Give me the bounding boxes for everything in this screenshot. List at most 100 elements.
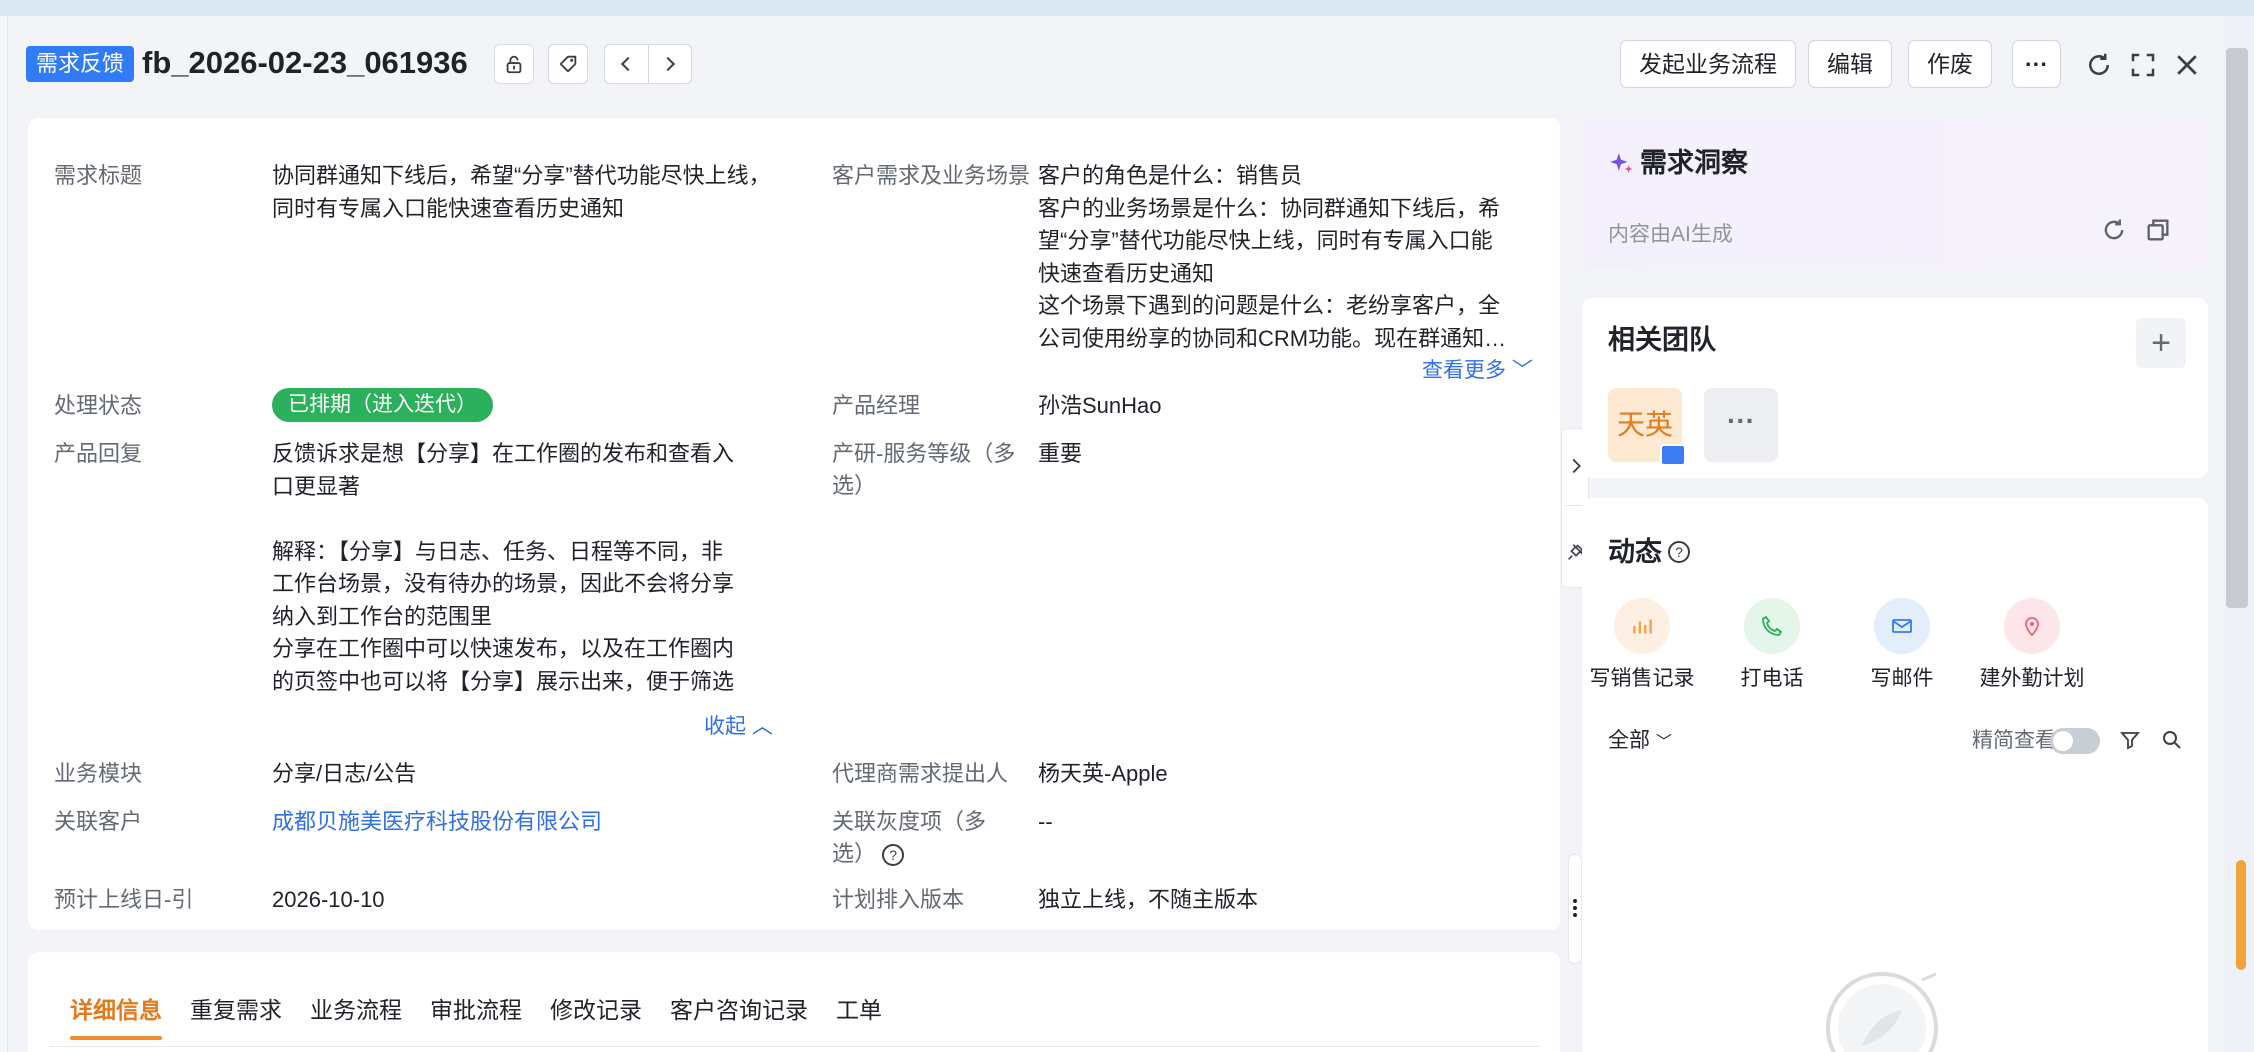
sales-record-icon: [1614, 598, 1670, 654]
agent-label: 代理商需求提出人: [832, 761, 1009, 786]
filter-icon[interactable]: [2118, 728, 2142, 752]
resize-handle[interactable]: [1568, 854, 1582, 964]
close-icon[interactable]: [2172, 50, 2202, 80]
reply-line: 解释：【分享】与日志、任务、日程等不同，非: [272, 538, 724, 564]
reply-line: 纳入到工作台的范围里: [272, 603, 493, 629]
lock-button[interactable]: [494, 44, 534, 84]
reply-line: 工作台场景，没有待办的场景，因此不会将分享: [272, 571, 735, 596]
insight-subtitle: 内容由AI生成: [1608, 223, 1733, 246]
next-record-button[interactable]: [647, 45, 692, 83]
call-action[interactable]: 打电话: [1712, 598, 1832, 694]
field-plan-action[interactable]: 建外勤计划: [1972, 598, 2092, 694]
activity-title-text: 动态: [1608, 537, 1662, 567]
see-more-link[interactable]: 查看更多 ﹀: [1422, 356, 1533, 386]
customer-link[interactable]: 成都贝施美医疗科技股份有限公司: [272, 806, 602, 839]
status-badge: 已排期（进入迭代）: [272, 388, 493, 422]
gray-item-label: 关联灰度项（多 选） ?: [832, 806, 986, 870]
help-icon[interactable]: ?: [1668, 541, 1690, 563]
write-email-action[interactable]: 写邮件: [1842, 598, 1962, 694]
empty-state-illustration: [1826, 972, 1938, 1052]
owner-crown-icon: [1660, 444, 1686, 466]
detail-tabs: 详细信息 重复需求 业务流程 审批流程 修改记录 客户咨询记录 工单: [70, 990, 882, 1040]
previous-record-button[interactable]: [605, 45, 648, 83]
version-value: 独立上线，不随主版本: [1038, 887, 1259, 912]
module-value: 分享/日志/公告: [272, 761, 417, 786]
action-label: 写邮件: [1870, 667, 1934, 690]
drag-dots-icon: [1573, 899, 1577, 903]
service-level-label: 产研-服务等级（多 选）: [832, 438, 1015, 502]
agent-value: 杨天英-Apple: [1038, 761, 1168, 786]
member-avatar[interactable]: 天英: [1608, 388, 1686, 466]
background-page-strip: [0, 16, 8, 1052]
status-label: 处理状态: [54, 393, 143, 418]
chevron-right-icon: [666, 56, 675, 72]
edit-button[interactable]: 编辑: [1808, 40, 1892, 88]
right-scrollbar[interactable]: [2226, 48, 2248, 608]
tab-tickets[interactable]: 工单: [836, 990, 882, 1030]
gray-item-label-line: 选） ?: [832, 838, 986, 870]
reply-line: [272, 503, 792, 536]
action-label: 写销售记录: [1589, 667, 1695, 690]
void-button[interactable]: 作废: [1908, 40, 1992, 88]
filter-all-dropdown[interactable]: 全部 ﹀: [1608, 724, 1672, 754]
add-member-button[interactable]: +: [2136, 318, 2186, 368]
browser-top-bar: [0, 0, 2254, 16]
start-business-flow-button[interactable]: 发起业务流程: [1620, 40, 1796, 88]
tab-change-log[interactable]: 修改记录: [550, 990, 642, 1030]
object-type-badge: 需求反馈: [26, 46, 135, 82]
scenario-line: 客户的角色是什么：销售员: [1038, 163, 1303, 188]
tab-duplicate-requests[interactable]: 重复需求: [190, 990, 282, 1030]
modal-header: 需求反馈 fb_2026-02-23_061936 发起业务流程 编辑 作废 ·…: [8, 16, 2224, 112]
activity-filter-row: 全部 ﹀ 精简查看: [1608, 720, 2184, 760]
record-nav: [604, 44, 692, 84]
reply-line: 分享在工作圈中可以快速发布，以及在工作圈内: [272, 636, 735, 661]
phone-icon: [1744, 598, 1800, 654]
reply-line: 反馈诉求是想【分享】在工作圈的发布和查看入: [272, 441, 735, 466]
see-more-label: 查看更多: [1422, 359, 1506, 382]
detail-modal: 需求反馈 fb_2026-02-23_061936 发起业务流程 编辑 作废 ·…: [8, 16, 2224, 1052]
related-team-card: 相关团队 + 天英 ···: [1582, 298, 2208, 478]
chevron-up-icon: ︿: [751, 715, 773, 738]
regenerate-icon[interactable]: [2100, 216, 2128, 244]
scenario-line: 客户的业务场景是什么：协同群通知下线后，希: [1038, 195, 1501, 221]
gray-item-label-text: 选）: [832, 841, 877, 866]
scenario-line: 望“分享”替代功能尽快上线，同时有专属入口能: [1038, 228, 1493, 253]
tag-button[interactable]: [548, 44, 588, 84]
pm-value: 孙浩SunHao: [1038, 393, 1162, 418]
filter-all-label: 全部: [1608, 729, 1650, 752]
scenario-value: 客户的角色是什么：销售员 客户的业务场景是什么：协同群通知下线后，希 望“分享”…: [1038, 160, 1538, 355]
tab-business-flow[interactable]: 业务流程: [310, 990, 402, 1030]
gray-item-label-line: 关联灰度项（多: [832, 809, 987, 834]
lock-icon: [506, 55, 522, 74]
sparkle-icon: [1610, 153, 1633, 173]
simple-view-toggle[interactable]: [2050, 728, 2100, 754]
tab-customer-inquiries[interactable]: 客户咨询记录: [670, 990, 808, 1030]
mail-icon: [1874, 598, 1930, 654]
tag-icon: [559, 55, 577, 73]
chevron-down-icon: ﹀: [1511, 359, 1533, 382]
tab-details[interactable]: 详细信息: [70, 990, 162, 1040]
tab-approval-flow[interactable]: 审批流程: [430, 990, 522, 1030]
module-label: 业务模块: [54, 761, 143, 786]
more-members-button[interactable]: ···: [1704, 388, 1778, 462]
action-label: 打电话: [1740, 667, 1804, 690]
help-icon[interactable]: ?: [882, 844, 905, 867]
search-icon[interactable]: [2160, 728, 2184, 752]
write-sales-record-action[interactable]: 写销售记录: [1582, 598, 1702, 694]
gray-item-value: --: [1038, 809, 1053, 834]
scenario-line: 快速查看历史通知: [1038, 260, 1215, 286]
service-level-label-line: 选）: [832, 473, 877, 498]
avatar-text: 天英: [1616, 409, 1673, 440]
insight-title-text: 需求洞察: [1640, 148, 1748, 178]
reply-line: 的页签中也可以将【分享】展示出来，便于筛选: [272, 668, 735, 694]
more-actions-button[interactable]: ···: [2012, 40, 2061, 88]
copy-icon[interactable]: [2144, 216, 2172, 244]
simple-view-label: 精简查看: [1972, 729, 2056, 752]
pm-label: 产品经理: [832, 393, 921, 418]
fullscreen-icon[interactable]: [2128, 50, 2158, 80]
collapse-label: 收起: [704, 715, 746, 738]
plus-icon: +: [2151, 323, 2171, 362]
refresh-icon[interactable]: [2084, 50, 2114, 80]
collapse-link[interactable]: 收起 ︿: [704, 712, 773, 742]
scenario-label: 客户需求及业务场景: [832, 163, 1031, 188]
